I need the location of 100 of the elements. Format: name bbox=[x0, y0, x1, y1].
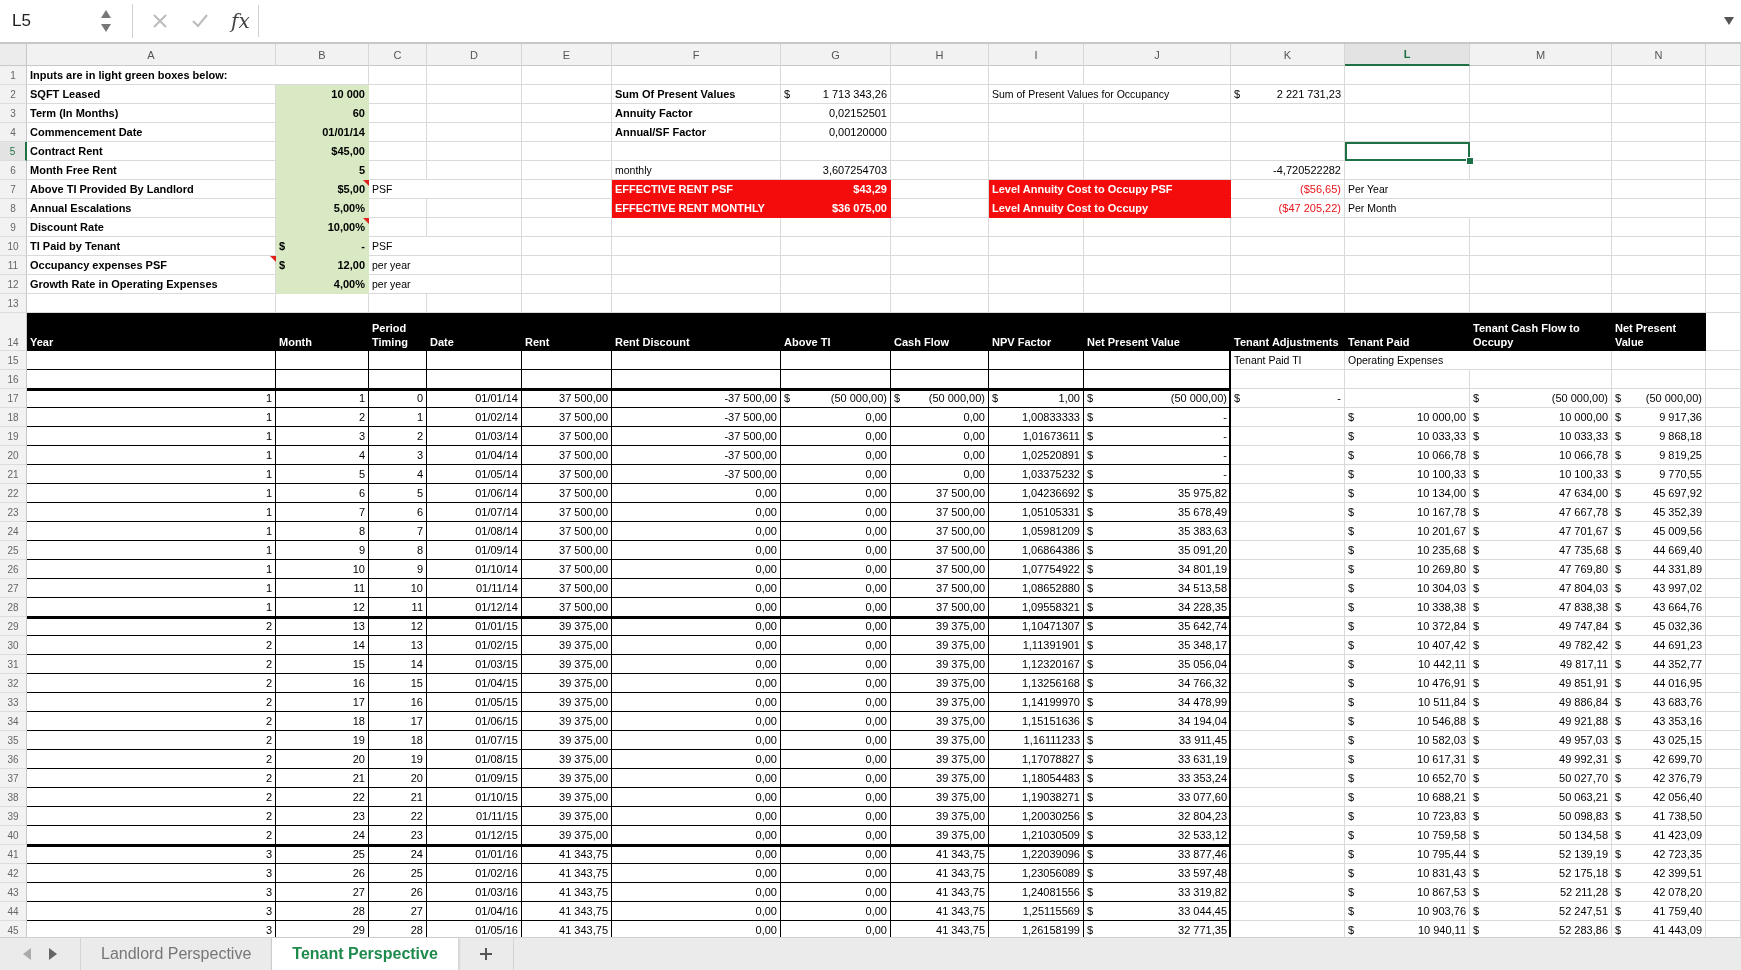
row-header[interactable]: 38 bbox=[0, 788, 27, 807]
stepper-icon[interactable] bbox=[100, 8, 112, 34]
row-header[interactable]: 7 bbox=[0, 180, 27, 199]
row-header[interactable]: 19 bbox=[0, 427, 27, 446]
table-cell-text: 1,13256168 bbox=[1020, 675, 1081, 691]
row-header[interactable]: 16 bbox=[0, 370, 27, 389]
row-header[interactable]: 15 bbox=[0, 351, 27, 370]
row-header[interactable]: 5 bbox=[0, 142, 27, 161]
row-header[interactable]: 10 bbox=[0, 237, 27, 256]
table-cell-text: 1,09558321 bbox=[1020, 599, 1081, 615]
row-header[interactable]: 28 bbox=[0, 598, 27, 617]
row-header[interactable]: 4 bbox=[0, 123, 27, 142]
currency-symbol: $ bbox=[279, 238, 286, 254]
table-cell-text: 42 399,51 bbox=[1653, 865, 1702, 881]
row-header[interactable]: 30 bbox=[0, 636, 27, 655]
currency-symbol: $ bbox=[1615, 865, 1622, 881]
row-header[interactable]: 13 bbox=[0, 294, 27, 313]
row-header[interactable]: 14 bbox=[0, 313, 27, 351]
row-header[interactable]: 1 bbox=[0, 66, 27, 85]
row-header[interactable]: 43 bbox=[0, 883, 27, 902]
row-header[interactable]: 9 bbox=[0, 218, 27, 237]
row-header[interactable]: 26 bbox=[0, 560, 27, 579]
table-cell-text: 0,00 bbox=[864, 637, 888, 653]
row-header[interactable]: 27 bbox=[0, 579, 27, 598]
row-header[interactable]: 34 bbox=[0, 712, 27, 731]
currency-symbol: $ bbox=[1473, 561, 1480, 577]
column-header[interactable]: N bbox=[1612, 44, 1706, 66]
column-header[interactable]: M bbox=[1470, 44, 1612, 66]
table-cell-text: 0,00 bbox=[864, 789, 888, 805]
table-cell-text: 0,00 bbox=[754, 675, 778, 691]
table-cell-text: 41 343,75 bbox=[558, 846, 609, 862]
row-header[interactable]: 39 bbox=[0, 807, 27, 826]
row-header[interactable]: 40 bbox=[0, 826, 27, 845]
column-header[interactable]: K bbox=[1231, 44, 1345, 66]
table-cell-text: 37 500,00 bbox=[935, 599, 986, 615]
currency-symbol: $ bbox=[1473, 675, 1480, 691]
column-header[interactable]: A bbox=[27, 44, 276, 66]
row-header[interactable]: 2 bbox=[0, 85, 27, 104]
column-header[interactable]: J bbox=[1084, 44, 1231, 66]
table-cell-text: 1,21030509 bbox=[1020, 827, 1081, 843]
select-all-button[interactable] bbox=[0, 44, 27, 66]
row-header[interactable]: 33 bbox=[0, 693, 27, 712]
table-cell-text: 21 bbox=[409, 789, 424, 805]
table-cell-text: 28 bbox=[409, 922, 424, 937]
row-header[interactable]: 45 bbox=[0, 921, 27, 937]
row-header[interactable]: 32 bbox=[0, 674, 27, 693]
column-header[interactable]: L bbox=[1345, 44, 1470, 66]
table-cell-text: 33 044,45 bbox=[1178, 903, 1227, 919]
row-header[interactable]: 31 bbox=[0, 655, 27, 674]
row-header[interactable]: 8 bbox=[0, 199, 27, 218]
row-header[interactable]: 23 bbox=[0, 503, 27, 522]
row-header[interactable]: 35 bbox=[0, 731, 27, 750]
currency-symbol: $ bbox=[1348, 580, 1355, 596]
table-cell-text: 0,00 bbox=[864, 485, 888, 501]
check-icon[interactable] bbox=[191, 12, 209, 30]
row-header[interactable]: 17 bbox=[0, 389, 27, 408]
column-header[interactable] bbox=[1706, 44, 1741, 66]
row-header[interactable]: 6 bbox=[0, 161, 27, 180]
table-cell-text: 3 bbox=[415, 447, 424, 463]
table-cell-text: 0,00 bbox=[864, 846, 888, 862]
row-header[interactable]: 11 bbox=[0, 256, 27, 275]
row-header[interactable]: 25 bbox=[0, 541, 27, 560]
table-cell-text: 10 867,53 bbox=[1417, 884, 1466, 900]
currency-symbol: $ bbox=[1615, 504, 1622, 520]
column-header[interactable]: E bbox=[522, 44, 612, 66]
insert-function-button[interactable]: fx bbox=[231, 9, 250, 33]
column-header[interactable]: B bbox=[276, 44, 369, 66]
column-header[interactable]: H bbox=[891, 44, 989, 66]
table-cell-text: 10 940,11 bbox=[1417, 922, 1466, 937]
row-header[interactable]: 3 bbox=[0, 104, 27, 123]
row-header[interactable]: 37 bbox=[0, 769, 27, 788]
column-header[interactable]: F bbox=[612, 44, 781, 66]
column-header[interactable]: G bbox=[781, 44, 891, 66]
table-cell-text: 39 375,00 bbox=[935, 675, 986, 691]
column-header[interactable]: D bbox=[427, 44, 522, 66]
cancel-icon[interactable] bbox=[151, 12, 169, 30]
table-cell-text: 41 423,09 bbox=[1653, 827, 1702, 843]
table-cell-text: 52 139,19 bbox=[1559, 846, 1608, 862]
row-header[interactable]: 20 bbox=[0, 446, 27, 465]
sheet-tab[interactable]: Tenant Perspective bbox=[272, 938, 459, 970]
table-cell-text: 0,00 bbox=[754, 732, 778, 748]
column-header[interactable]: C bbox=[369, 44, 427, 66]
row-header[interactable]: 24 bbox=[0, 522, 27, 541]
row-header[interactable]: 42 bbox=[0, 864, 27, 883]
table-cell-text: -37 500,00 bbox=[723, 447, 778, 463]
row-header[interactable]: 12 bbox=[0, 275, 27, 294]
dropdown-icon[interactable] bbox=[1723, 16, 1735, 26]
row-header[interactable]: 21 bbox=[0, 465, 27, 484]
row-header[interactable]: 41 bbox=[0, 845, 27, 864]
column-header[interactable]: I bbox=[989, 44, 1084, 66]
row-header[interactable]: 29 bbox=[0, 617, 27, 636]
row-header[interactable]: 44 bbox=[0, 902, 27, 921]
table-cell-text: 2 bbox=[264, 637, 273, 653]
row-header[interactable]: 18 bbox=[0, 408, 27, 427]
input-label: Contract Rent bbox=[29, 143, 104, 159]
row-header[interactable]: 36 bbox=[0, 750, 27, 769]
name-box[interactable]: L5 bbox=[0, 7, 94, 35]
table-cell-text: 1,08652880 bbox=[1020, 580, 1081, 596]
table-cell-text: 44 331,89 bbox=[1653, 561, 1702, 577]
row-header[interactable]: 22 bbox=[0, 484, 27, 503]
